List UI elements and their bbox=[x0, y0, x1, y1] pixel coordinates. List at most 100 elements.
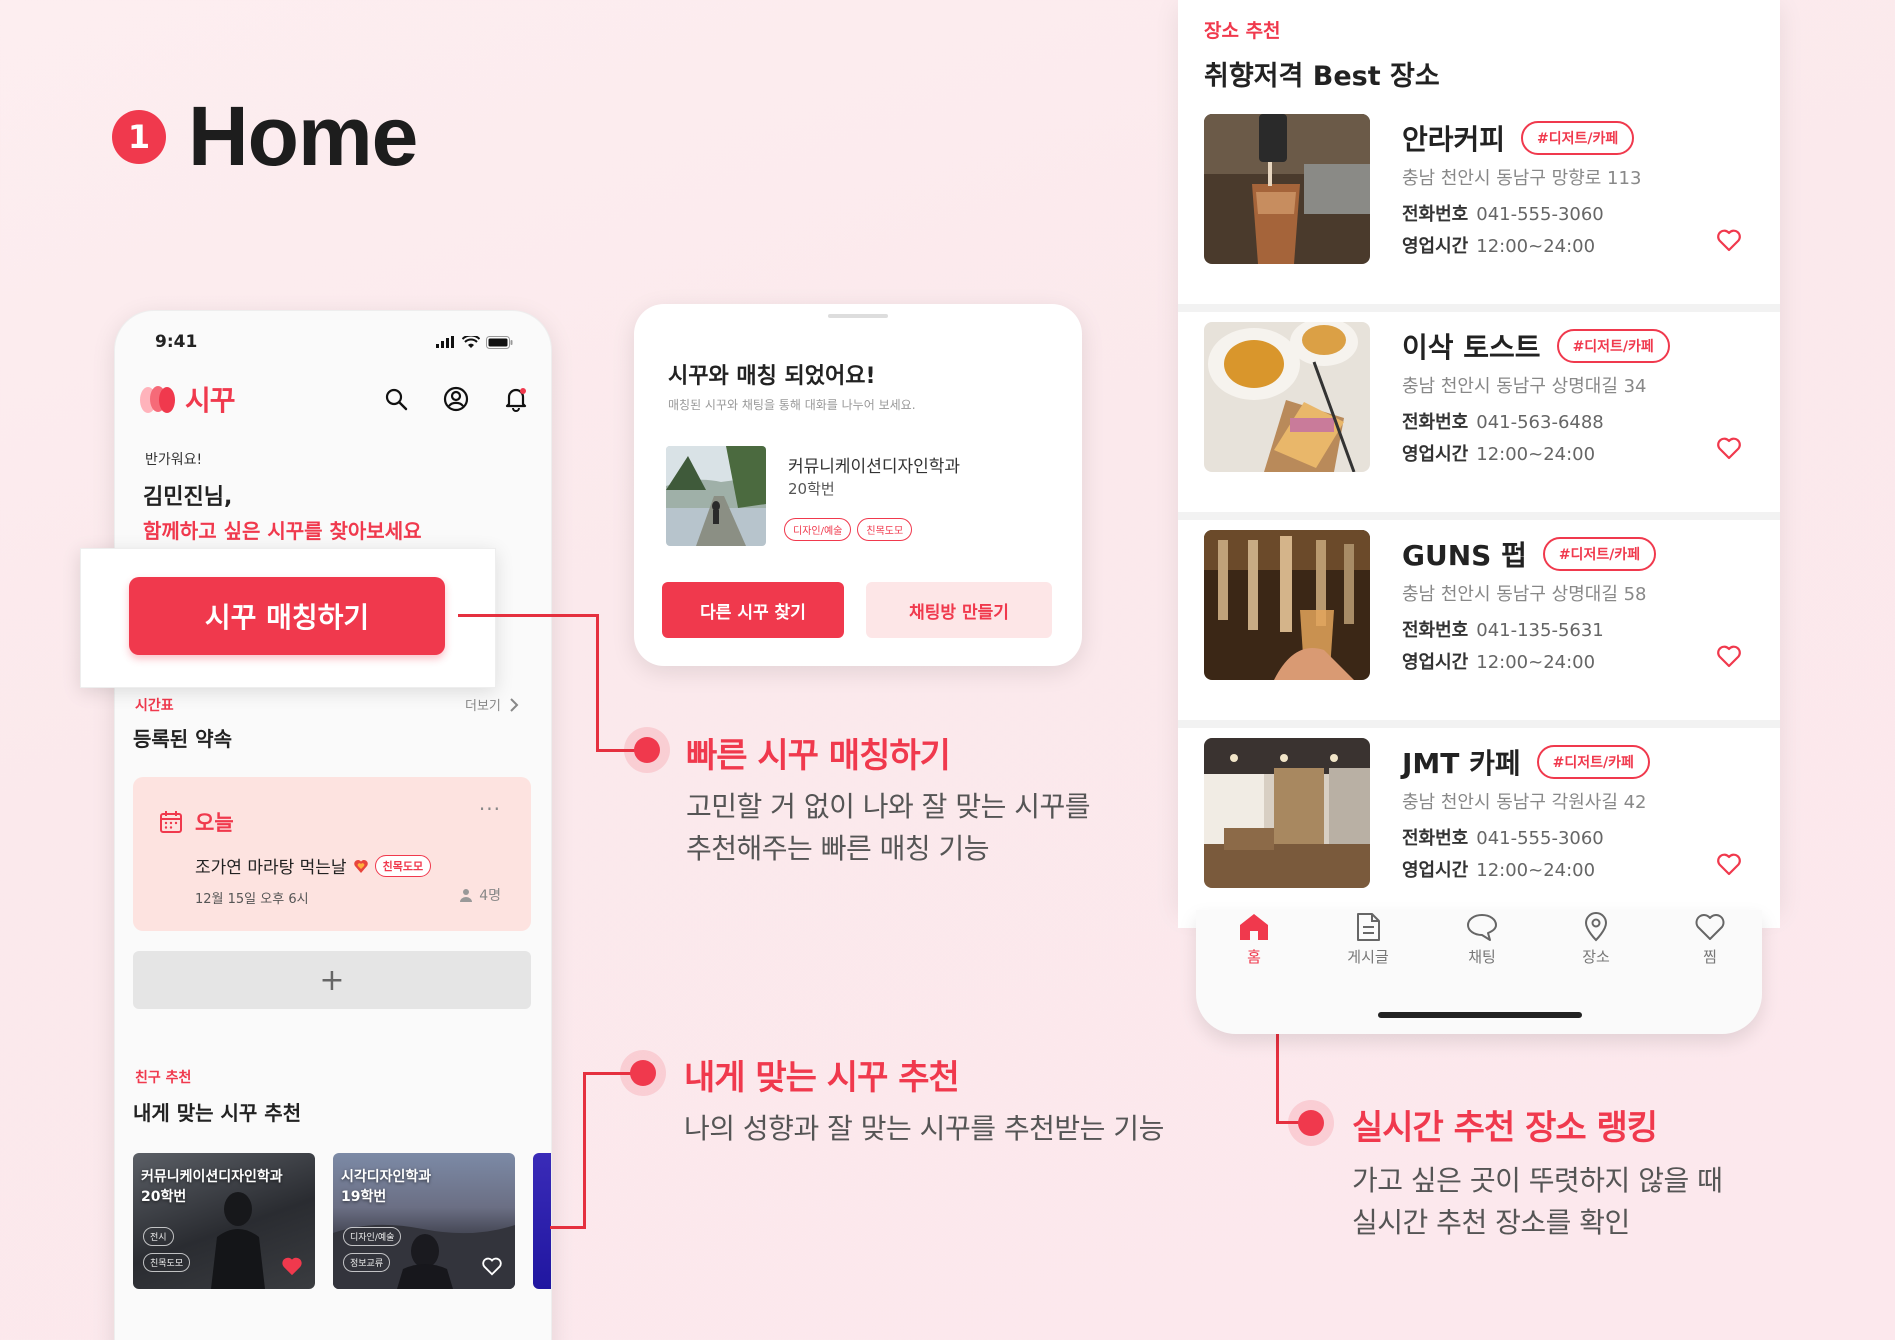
place-hours-value: 12:00~24:00 bbox=[1476, 444, 1596, 465]
place-address: 충남 천안시 동남구 상명대길 58 bbox=[1402, 584, 1647, 605]
tab-favorites[interactable]: 찜 bbox=[1670, 912, 1750, 967]
place-hours: 영업시간 12:00~24:00 bbox=[1402, 856, 1595, 882]
page-heading: 1 Home bbox=[112, 88, 418, 185]
matched-user-tag: 디자인/예술 bbox=[784, 518, 852, 541]
place-phone: 전화번호 041-563-6488 bbox=[1402, 408, 1604, 434]
participant-count: 4명 bbox=[459, 885, 501, 905]
place-card[interactable]: GUNS 펍 #디저트/카페 충남 천안시 동남구 상명대길 58 전화번호 04… bbox=[1178, 520, 1780, 720]
chevron-right-icon bbox=[510, 697, 519, 712]
heart-outline-icon[interactable] bbox=[1716, 644, 1742, 668]
today-header: 오늘 bbox=[159, 807, 234, 837]
logo-flame-icon bbox=[140, 386, 175, 413]
place-phone-value: 041-555-3060 bbox=[1476, 828, 1604, 849]
search-icon[interactable] bbox=[381, 384, 411, 414]
tab-label: 장소 bbox=[1582, 948, 1610, 966]
friend-card-text: 커뮤니케이션디자인학과 20학번 bbox=[141, 1167, 283, 1207]
friend-dept: 시각디자인학과 bbox=[341, 1169, 432, 1185]
today-label: 오늘 bbox=[195, 811, 234, 835]
place-phone-value: 041-555-3060 bbox=[1476, 204, 1604, 225]
heart-outline-icon[interactable] bbox=[1716, 228, 1742, 252]
heart-outline-icon[interactable] bbox=[1716, 852, 1742, 876]
chat-bubble-icon bbox=[1467, 914, 1497, 941]
schedule-section-label: 시간표 bbox=[135, 698, 174, 714]
place-hours-label: 영업시간 bbox=[1402, 236, 1469, 257]
match-button[interactable]: 시꾸 매칭하기 bbox=[129, 577, 445, 655]
tab-label: 게시글 bbox=[1347, 948, 1389, 966]
place-hours: 영업시간 12:00~24:00 bbox=[1402, 440, 1595, 466]
calendar-icon bbox=[160, 811, 182, 833]
friend-card[interactable]: 시각디자인학과 19학번 디자인/예술 정보교류 bbox=[333, 1153, 515, 1289]
friend-card[interactable]: 커뮤니케이션디자인학과 20학번 전시 친목도모 bbox=[133, 1153, 315, 1289]
place-photo bbox=[1204, 322, 1370, 472]
modal-drag-handle[interactable] bbox=[828, 314, 888, 318]
match-highlight-card: 시꾸 매칭하기 bbox=[80, 548, 496, 688]
feature-bullet bbox=[634, 737, 660, 763]
home-indicator bbox=[1378, 1012, 1582, 1018]
friend-chip: 친목도모 bbox=[143, 1253, 191, 1272]
notification-bell-icon[interactable] bbox=[501, 384, 531, 414]
feature-desc: 나의 성향과 잘 맞는 시꾸를 추천받는 기능 bbox=[684, 1108, 1164, 1150]
modal-title: 시꾸와 매칭 되었어요! bbox=[668, 364, 876, 389]
home-phone-screen: 9:41 시꾸 반가워요! 김민진님, 함께하고 싶은 시꾸를 찾아보세요 시간… bbox=[114, 310, 552, 1340]
heart-outline-icon[interactable] bbox=[481, 1255, 503, 1277]
feature-bullet bbox=[630, 1060, 656, 1086]
signal-icon bbox=[436, 336, 454, 348]
schedule-more-link[interactable]: 더보기 bbox=[465, 695, 519, 714]
heart-outline-icon[interactable] bbox=[1716, 436, 1742, 460]
place-category-tag: #디저트/카페 bbox=[1556, 329, 1670, 363]
friend-year: 20학번 bbox=[141, 1189, 187, 1205]
place-category-tag: #디저트/카페 bbox=[1521, 121, 1635, 155]
place-hours-label: 영업시간 bbox=[1402, 652, 1469, 673]
tab-home[interactable]: 홈 bbox=[1214, 912, 1294, 967]
schedule-section-title: 등록된 약속 bbox=[133, 727, 232, 751]
tab-posts[interactable]: 게시글 bbox=[1328, 912, 1408, 967]
connector-line bbox=[550, 1226, 586, 1229]
status-time: 9:41 bbox=[155, 332, 198, 352]
place-card[interactable]: JMT 카페 #디저트/카페 충남 천안시 동남구 각원사길 42 전화번호 04… bbox=[1178, 728, 1780, 928]
friend-chip: 정보교류 bbox=[343, 1253, 391, 1272]
place-photo bbox=[1204, 114, 1370, 264]
place-phone-label: 전화번호 bbox=[1402, 828, 1469, 849]
connector-line bbox=[458, 614, 598, 617]
place-category-tag: #디저트/카페 bbox=[1536, 745, 1650, 779]
feature-desc: 고민할 거 없이 나와 잘 맞는 시꾸를 추천해주는 빠른 매칭 기능 bbox=[686, 786, 1091, 870]
friend-card-partial[interactable] bbox=[533, 1153, 551, 1289]
bottom-tab-bar: 홈 게시글 채팅 장소 찜 bbox=[1196, 910, 1762, 1034]
place-phone: 전화번호 041-555-3060 bbox=[1402, 200, 1604, 226]
connector-line bbox=[583, 1073, 586, 1229]
feature-title: 빠른 시꾸 매칭하기 bbox=[686, 736, 951, 776]
find-another-button[interactable]: 다른 시꾸 찾기 bbox=[662, 582, 844, 638]
friend-chip: 전시 bbox=[143, 1227, 174, 1246]
place-name-row: 안라커피 #디저트/카페 bbox=[1402, 118, 1635, 158]
place-phone-label: 전화번호 bbox=[1402, 412, 1469, 433]
place-address: 충남 천안시 동남구 망향로 113 bbox=[1402, 168, 1642, 189]
app-bar-actions bbox=[381, 384, 531, 414]
heart-filled-icon[interactable] bbox=[281, 1255, 303, 1277]
place-hours: 영업시간 12:00~24:00 bbox=[1402, 232, 1595, 258]
status-icons bbox=[436, 335, 513, 349]
participant-count-text: 4명 bbox=[479, 888, 501, 904]
feature-desc: 가고 싶은 곳이 뚜렷하지 않을 때 실시간 추천 장소를 확인 bbox=[1352, 1160, 1723, 1244]
place-card[interactable]: 안라커피 #디저트/카페 충남 천안시 동남구 망향로 113 전화번호 041-… bbox=[1178, 104, 1780, 304]
tab-places[interactable]: 장소 bbox=[1556, 912, 1636, 967]
place-card[interactable]: 이삭 토스트 #디저트/카페 충남 천안시 동남구 상명대길 34 전화번호 04… bbox=[1178, 312, 1780, 512]
place-name: GUNS 펍 bbox=[1402, 539, 1527, 572]
profile-icon[interactable] bbox=[441, 384, 471, 414]
place-name-row: GUNS 펍 #디저트/카페 bbox=[1402, 534, 1657, 574]
feature-desc-line: 가고 싶은 곳이 뚜렷하지 않을 때 bbox=[1352, 1164, 1723, 1197]
more-options-icon[interactable]: ··· bbox=[479, 797, 501, 821]
tab-label: 찜 bbox=[1703, 948, 1717, 966]
place-hours-label: 영업시간 bbox=[1402, 860, 1469, 881]
tab-chat[interactable]: 채팅 bbox=[1442, 912, 1522, 967]
place-phone-label: 전화번호 bbox=[1402, 620, 1469, 641]
place-name-row: JMT 카페 #디저트/카페 bbox=[1402, 742, 1650, 782]
place-hours-value: 12:00~24:00 bbox=[1476, 652, 1596, 673]
connector-line bbox=[1276, 1034, 1279, 1124]
places-header: 장소 추천 취향저격 Best 장소 bbox=[1178, 0, 1780, 104]
friend-dept: 커뮤니케이션디자인학과 bbox=[141, 1169, 283, 1185]
heart-icon bbox=[1695, 914, 1725, 940]
create-chatroom-button[interactable]: 채팅방 만들기 bbox=[866, 582, 1052, 638]
connector-line bbox=[596, 614, 599, 752]
today-appointment-card[interactable]: 오늘 ··· 조가연 마라탕 먹는날 친목도모 12월 15일 오후 6시 4명 bbox=[133, 777, 531, 931]
add-appointment-button[interactable]: + bbox=[133, 951, 531, 1009]
